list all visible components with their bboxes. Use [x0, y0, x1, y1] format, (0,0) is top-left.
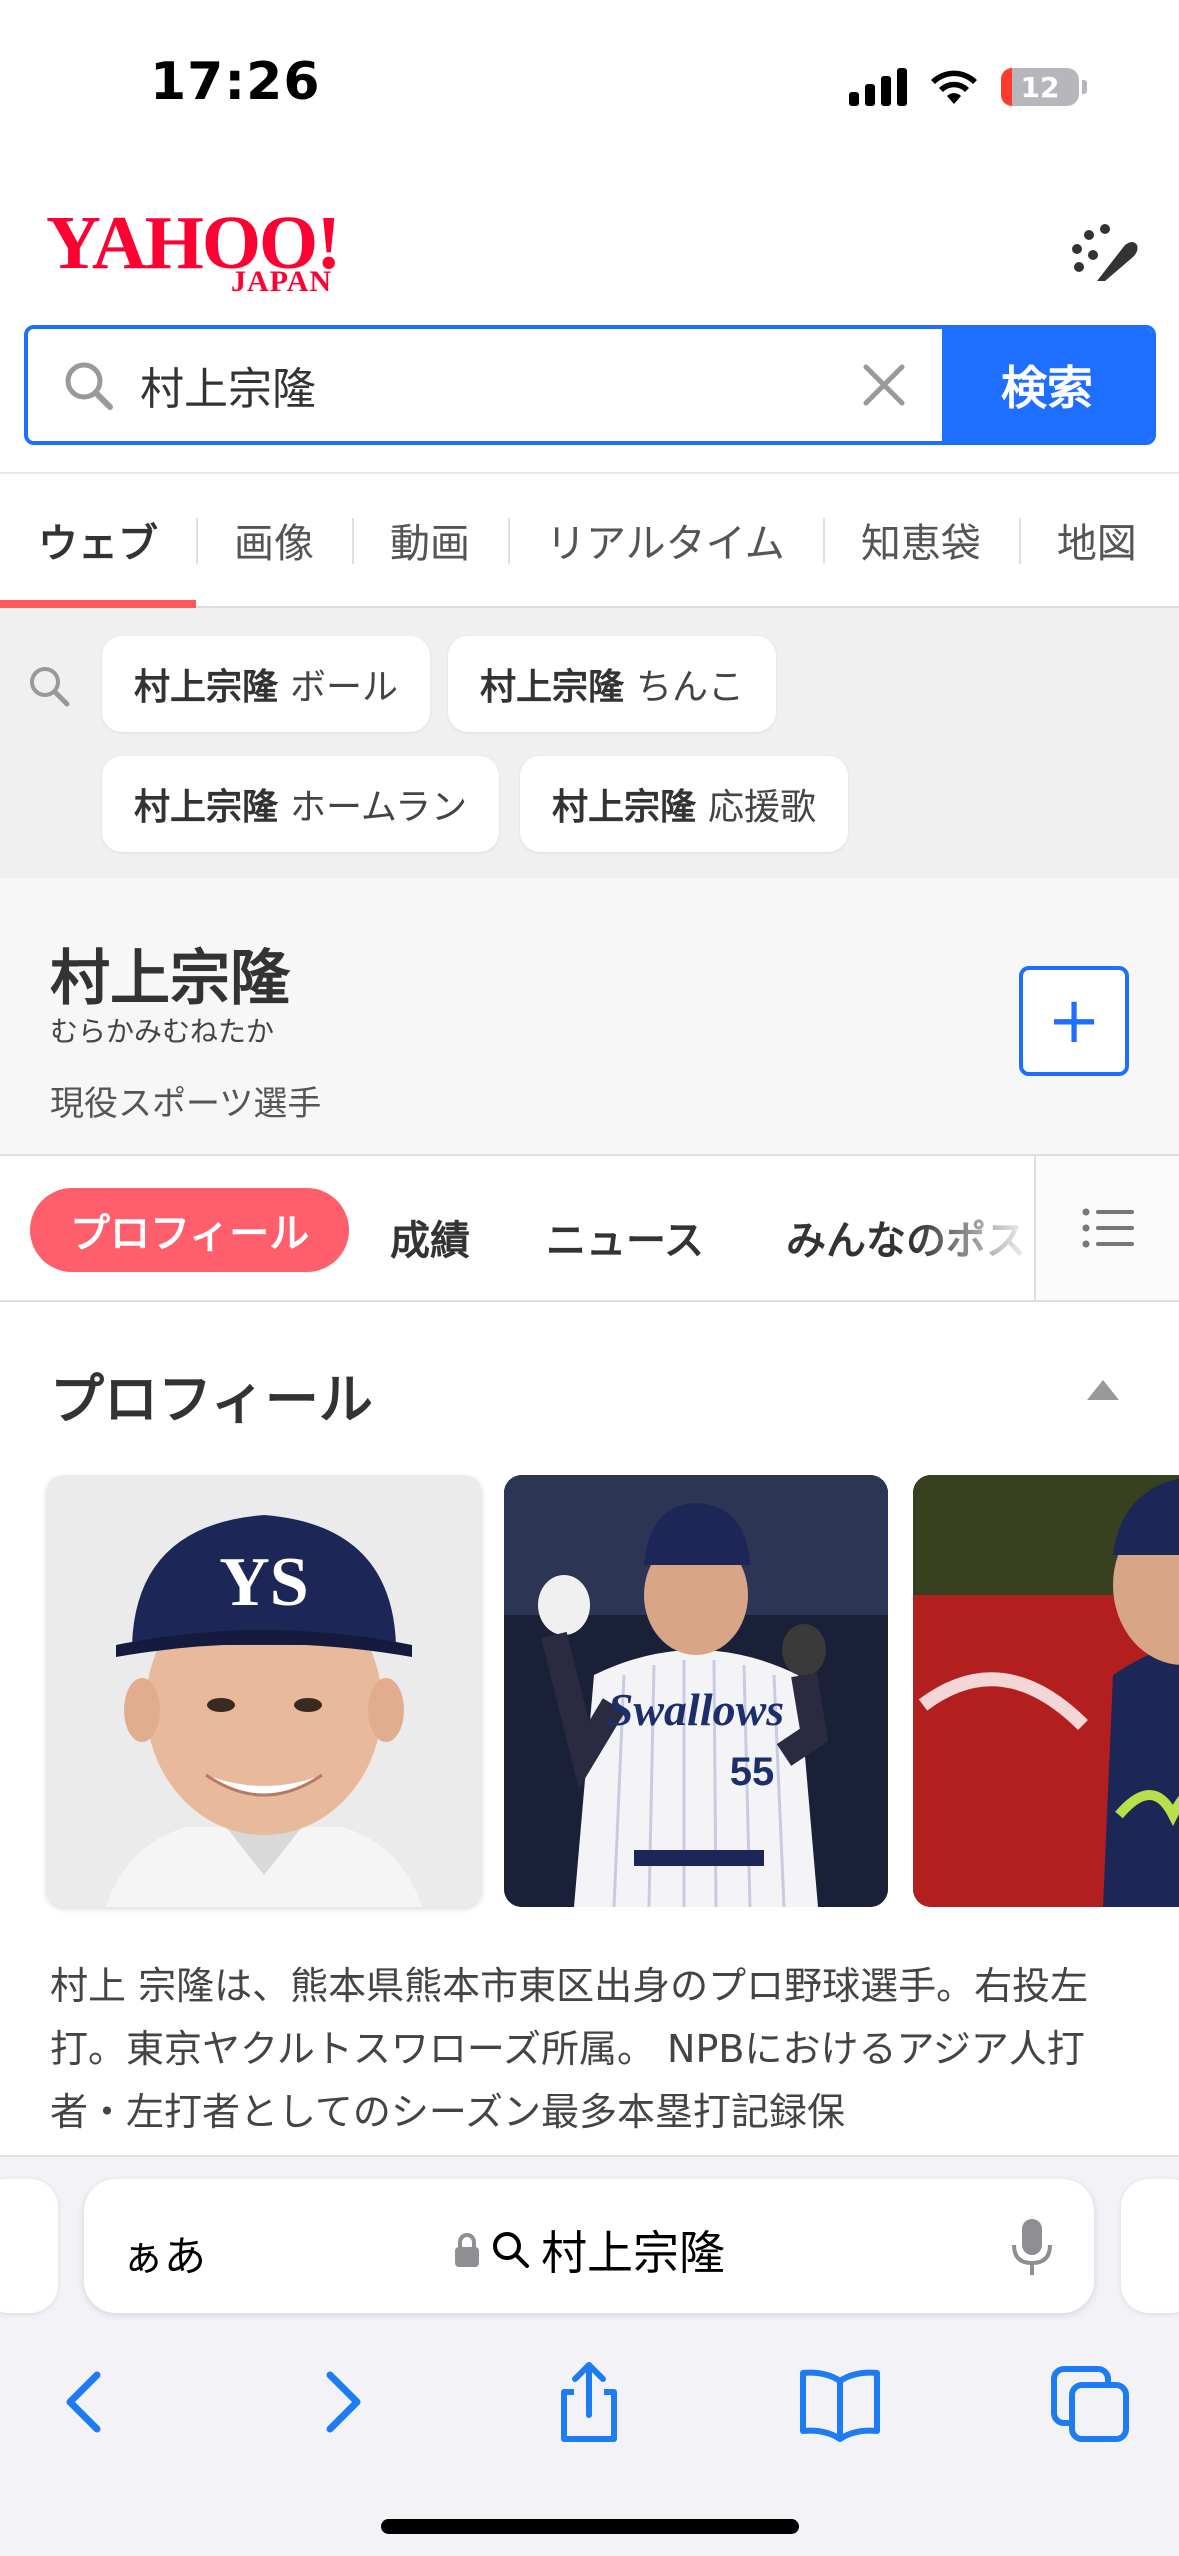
suggestion-chip[interactable]: 村上宗隆 応援歌: [520, 756, 849, 852]
tab-map[interactable]: 地図: [1018, 474, 1175, 606]
suggestion-chip[interactable]: 村上宗隆 ちんこ: [448, 636, 777, 732]
url-display: 村上宗隆: [84, 2217, 1094, 2283]
chip-bold: 村上宗隆: [134, 667, 279, 708]
jersey-number: 55: [730, 1750, 775, 1794]
logo-sub: JAPAN: [231, 265, 333, 298]
tab-video[interactable]: 動画: [352, 474, 508, 606]
search-icon: [65, 362, 113, 410]
bookmarks-icon[interactable]: [795, 2357, 885, 2447]
subnav-stats[interactable]: 成績: [390, 1208, 470, 1266]
svg-text:YS: YS: [219, 1544, 308, 1621]
home-indicator: [381, 2519, 799, 2534]
forward-icon[interactable]: [295, 2357, 385, 2447]
follow-plus-button[interactable]: +: [1019, 966, 1129, 1076]
search-icon: [493, 2232, 529, 2268]
cellular-signal-icon: [849, 68, 907, 106]
browser-toolbar: [0, 2357, 1179, 2467]
list-menu-button[interactable]: [1034, 1156, 1179, 1300]
url-text: 村上宗隆: [541, 2226, 725, 2280]
tab-realtime[interactable]: リアルタイム: [508, 474, 823, 606]
chip-rest: 応援歌: [708, 787, 817, 828]
previous-tab-peek[interactable]: [0, 2179, 58, 2313]
battery-icon: 12: [1001, 68, 1087, 106]
entity-subnav: プロフィール 成績 ニュース みんなのポス: [0, 1156, 1179, 1302]
search-box: 検索: [24, 325, 1156, 445]
tab-images[interactable]: 画像: [196, 474, 352, 606]
dugout-illustration: [913, 1475, 1179, 1907]
profile-photo-action[interactable]: Swallows 55: [504, 1475, 888, 1907]
status-icons: 12: [849, 62, 1087, 112]
chip-bold: 村上宗隆: [552, 787, 697, 828]
lock-icon: [455, 2233, 479, 2267]
search-icon: [30, 667, 70, 707]
chip-bold: 村上宗隆: [480, 667, 625, 708]
suggestion-chip[interactable]: 村上宗隆 ホームラン: [102, 756, 500, 852]
search-tabs: ウェブ 画像 動画 リアルタイム 知恵袋 地図: [0, 472, 1179, 608]
profile-description: 村上 宗隆は、熊本県熊本市東区出身のプロ野球選手。右投左打。東京ヤクルトスワロー…: [50, 1964, 1089, 2134]
clear-icon[interactable]: [856, 357, 912, 413]
collapse-caret-icon[interactable]: [1087, 1380, 1119, 1400]
tabs-icon[interactable]: [1046, 2357, 1136, 2447]
chip-bold: 村上宗隆: [134, 787, 279, 828]
subnav-fade: [914, 1156, 1034, 1300]
site-header: YAHOO! JAPAN: [0, 175, 1179, 325]
back-icon[interactable]: [42, 2357, 132, 2447]
suggestion-chip[interactable]: 村上宗隆 ボール: [102, 636, 431, 732]
jersey-text: Swallows: [608, 1684, 784, 1735]
wifi-icon: [931, 70, 977, 104]
profile-photo-dugout[interactable]: [913, 1475, 1179, 1907]
search-button[interactable]: 検索: [942, 329, 1152, 441]
entity-reading: むらかみむねたか: [50, 1015, 275, 1048]
action-illustration: Swallows 55: [504, 1475, 888, 1907]
subnav-profile[interactable]: プロフィール: [30, 1188, 350, 1272]
entity-header: 村上宗隆 むらかみむねたか 現役スポーツ選手 +: [0, 878, 1179, 1156]
status-bar: 17:26 12: [0, 0, 1179, 175]
yahoo-logo[interactable]: YAHOO! JAPAN: [46, 205, 341, 298]
profile-heading: プロフィール: [50, 1368, 373, 1431]
chip-rest: ホームラン: [290, 787, 468, 828]
entity-name: 村上宗隆: [50, 944, 290, 1014]
next-tab-peek[interactable]: [1121, 2179, 1179, 2313]
mic-icon[interactable]: [1010, 2217, 1054, 2277]
search-field: [28, 329, 942, 441]
list-icon: [1082, 1208, 1134, 1248]
subnav-news[interactable]: ニュース: [546, 1208, 704, 1266]
menu-icon[interactable]: [1063, 215, 1143, 295]
address-bar[interactable]: ぁあ 村上宗隆: [84, 2179, 1094, 2313]
tab-web[interactable]: ウェブ: [0, 474, 196, 608]
search-input[interactable]: [140, 359, 840, 411]
chip-rest: ちんこ: [636, 667, 745, 708]
entity-category: 現役スポーツ選手: [50, 1084, 322, 1124]
profile-photo-portrait[interactable]: YS: [46, 1475, 482, 1907]
related-searches: 村上宗隆 ボール 村上宗隆 ちんこ 村上宗隆 ホームラン 村上宗隆 応援歌: [0, 608, 1179, 878]
status-time: 17:26: [150, 52, 321, 112]
browser-bottom-bar: ぁあ 村上宗隆: [0, 2155, 1179, 2556]
chip-rest: ボール: [290, 667, 399, 708]
portrait-illustration: YS: [46, 1475, 482, 1907]
plus-icon: +: [1047, 984, 1101, 1058]
share-icon[interactable]: [544, 2357, 634, 2447]
tab-chiebukuro[interactable]: 知恵袋: [822, 474, 1019, 606]
battery-level: 12: [1020, 70, 1060, 104]
